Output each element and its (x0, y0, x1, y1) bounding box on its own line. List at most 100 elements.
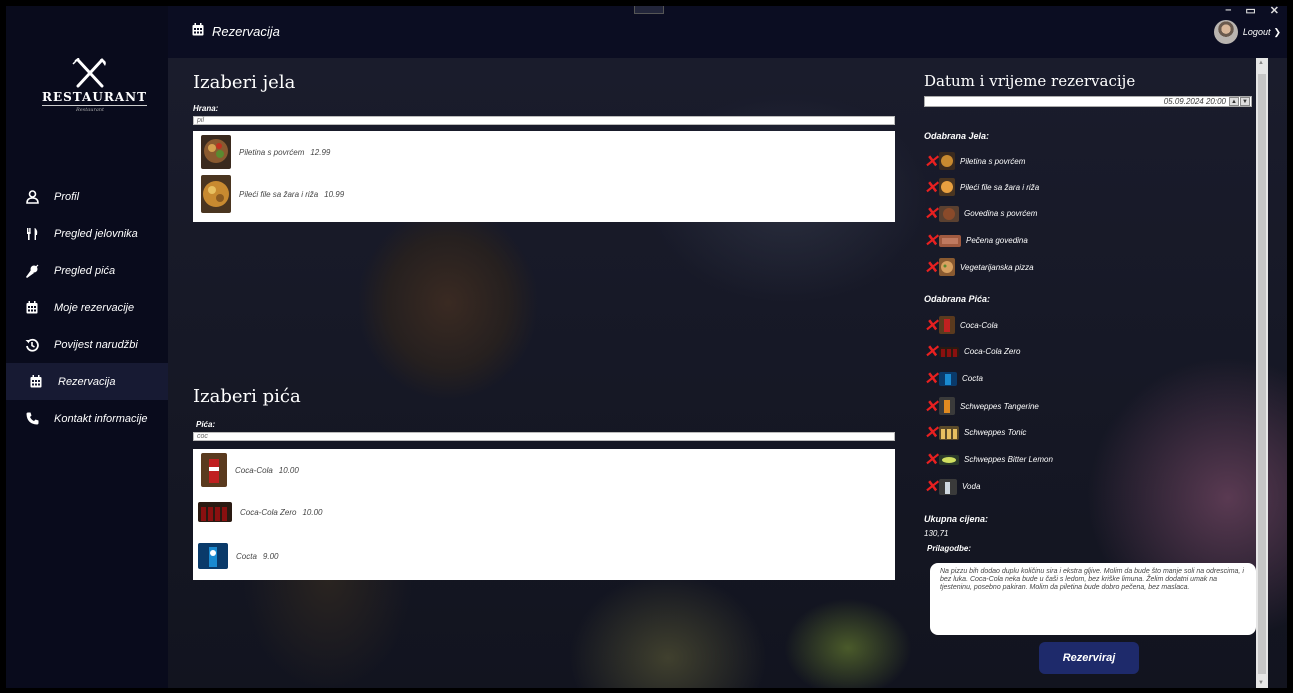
drinks-label: Pića: (196, 420, 216, 429)
sidebar: RESTAURANT Restaurant Profil Pregled jel… (6, 6, 168, 688)
datetime-picker[interactable]: 05.09.2024 20:00 ▲ ▼ (924, 96, 1252, 107)
close-button[interactable]: ✕ (1270, 6, 1279, 17)
datetime-value: 05.09.2024 20:00 (1163, 97, 1226, 106)
main-content: Izaberi jela Hrana: pil Piletina s povrć… (168, 58, 1287, 688)
selected-drink-name: Voda (962, 482, 981, 491)
page-title-text: Rezervacija (212, 23, 280, 39)
remove-icon[interactable]: ✕ (924, 424, 939, 441)
remove-icon[interactable]: ✕ (924, 179, 939, 196)
history-icon (24, 337, 40, 353)
item-name: Coca-Cola Zero (240, 507, 297, 517)
sidebar-item-moje-rezervacije[interactable]: Moje rezervacije (6, 289, 168, 326)
selected-drink-item: ✕ Coca-Cola (924, 316, 998, 334)
item-price: 9.00 (262, 551, 279, 561)
scrollbar[interactable]: ▲ ▼ (1256, 58, 1268, 688)
list-item[interactable]: Coca-Cola Zero 10.00 (193, 493, 895, 531)
notes-textarea[interactable]: Na pizzu bih dodao duplu količinu sira i… (930, 563, 1256, 635)
sidebar-item-label: Pregled jelovnika (54, 227, 138, 240)
selected-food-name: Pileći file sa žara i riža (960, 182, 1040, 192)
selected-food-item: ✕ Piletina s povrćem (924, 152, 1025, 170)
page-title: Rezervacija (192, 23, 280, 39)
drink-thumbnail (198, 543, 228, 569)
item-price: 10.00 (302, 507, 323, 517)
spinner-icon[interactable]: ▲ (1229, 97, 1239, 106)
logo-brand: RESTAURANT (42, 90, 148, 106)
user-menu[interactable]: Logout ❯ (1213, 20, 1281, 44)
selected-drink-name: Schweppes Bitter Lemon (964, 455, 1053, 464)
sidebar-item-rezervacija[interactable]: Rezervacija (6, 363, 168, 400)
selected-drink-item: ✕ Voda (924, 478, 980, 495)
window-controls: – ▭ ✕ (1225, 6, 1279, 17)
selected-food-item: ✕ Pečena govedina (924, 232, 1028, 249)
drink-thumbnail (939, 454, 959, 465)
item-price: 12.99 (310, 147, 331, 157)
food-search-input[interactable]: pil (193, 116, 895, 125)
item-name: Pileći file sa žara i riža (239, 189, 319, 199)
sidebar-item-label: Pregled pića (54, 264, 116, 277)
drinks-heading: Izaberi pića (193, 386, 301, 407)
remove-icon[interactable]: ✕ (924, 232, 939, 249)
remove-icon[interactable]: ✕ (924, 478, 939, 495)
food-thumbnail (939, 152, 955, 170)
sidebar-nav: Profil Pregled jelovnika Pregled pića Mo… (6, 178, 168, 437)
food-thumbnail (201, 175, 231, 213)
crossed-fork-knife-logo-icon (72, 58, 106, 88)
sidebar-item-label: Profil (54, 190, 80, 203)
list-item[interactable]: Coca-Cola 10.00 (193, 451, 895, 489)
drink-thumbnail (939, 346, 959, 357)
reservation-panel: Datum i vrijeme rezervacije 05.09.2024 2… (918, 58, 1268, 688)
total-value: 130,71 (924, 529, 949, 538)
remove-icon[interactable]: ✕ (924, 205, 939, 222)
drink-thumbnail (939, 478, 957, 495)
maximize-button[interactable]: ▭ (1245, 6, 1255, 17)
selected-food-name: Govedina s povrćem (964, 209, 1038, 218)
drink-thumbnail (939, 316, 955, 334)
remove-icon[interactable]: ✕ (924, 153, 939, 170)
item-name: Piletina s povrćem (239, 147, 305, 157)
scroll-up-icon[interactable]: ▲ (1258, 60, 1264, 66)
sidebar-item-pregled-jelovnika[interactable]: Pregled jelovnika (6, 215, 168, 252)
selected-food-label: Odabrana Jela: (924, 131, 990, 141)
selected-drink-name: Coca-Cola Zero (964, 347, 1021, 356)
chevron-down-icon[interactable]: ▼ (1240, 97, 1250, 106)
drink-thumbnail (198, 502, 232, 522)
list-item[interactable]: Cocta 9.00 (193, 537, 895, 575)
selected-drinks-label: Odabrana Pića: (924, 294, 991, 304)
drinks-search-input[interactable]: coc (193, 432, 895, 441)
food-thumbnail (939, 205, 959, 222)
remove-icon[interactable]: ✕ (924, 317, 939, 334)
phone-icon (24, 411, 40, 427)
food-thumbnail (201, 135, 231, 169)
total-label: Ukupna cijena: (924, 514, 989, 524)
sidebar-item-povijest-narudzbi[interactable]: Povijest narudžbi (6, 326, 168, 363)
selected-food-name: Vegetarijanska pizza (960, 262, 1034, 272)
remove-icon[interactable]: ✕ (924, 343, 939, 360)
remove-icon[interactable]: ✕ (924, 451, 939, 468)
list-item[interactable]: Piletina s povrćem 12.99 (193, 133, 895, 171)
calendar-icon (192, 23, 204, 39)
chevron-down-icon: ❯ (1273, 26, 1281, 37)
food-label: Hrana: (193, 104, 219, 113)
remove-icon[interactable]: ✕ (924, 398, 939, 415)
remove-icon[interactable]: ✕ (924, 370, 939, 387)
selected-food-item: ✕ Govedina s povrćem (924, 205, 1037, 222)
scrollbar-thumb[interactable] (1258, 74, 1266, 674)
sidebar-item-kontakt-informacije[interactable]: Kontakt informacije (6, 400, 168, 437)
app-window: RESTAURANT Restaurant Profil Pregled jel… (6, 6, 1287, 688)
sidebar-item-pregled-pica[interactable]: Pregled pića (6, 252, 168, 289)
list-item[interactable]: Pileći file sa žara i riža 10.99 (193, 175, 895, 213)
scroll-down-icon[interactable]: ▼ (1258, 680, 1264, 686)
selected-food-name: Piletina s povrćem (960, 156, 1026, 166)
sidebar-item-label: Moje rezervacije (54, 301, 135, 314)
drag-handle[interactable] (634, 6, 664, 14)
rezerviraj-button[interactable]: Rezerviraj (1039, 642, 1139, 674)
logout-label: Logout (1242, 27, 1271, 37)
drink-thumbnail (939, 397, 955, 415)
sidebar-item-label: Rezervacija (58, 375, 116, 388)
sidebar-item-profil[interactable]: Profil (6, 178, 168, 215)
selected-food-item: ✕ Vegetarijanska pizza (924, 258, 1034, 276)
minimize-button[interactable]: – (1225, 6, 1231, 17)
selected-drink-item: ✕ Coca-Cola Zero (924, 343, 1020, 360)
drink-thumbnail (939, 425, 959, 440)
remove-icon[interactable]: ✕ (924, 259, 939, 276)
